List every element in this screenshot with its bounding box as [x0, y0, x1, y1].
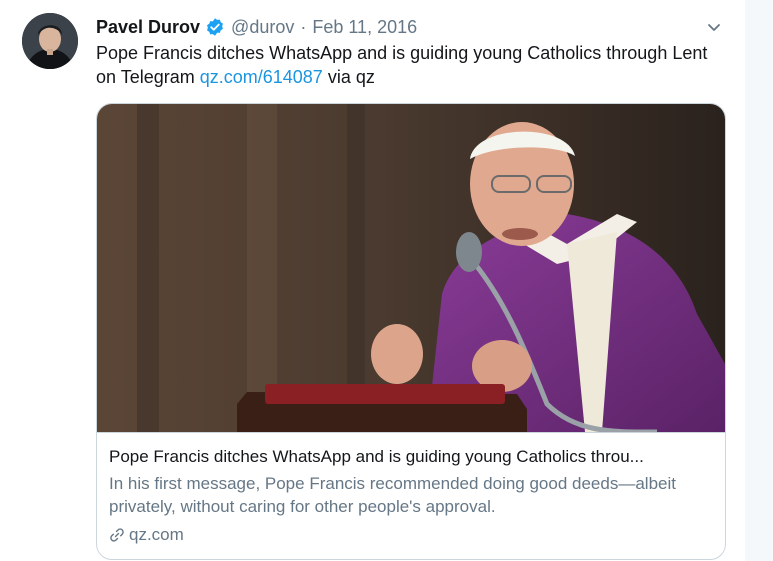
tweet-text: Pope Francis ditches WhatsApp and is gui… [96, 41, 726, 89]
author-avatar[interactable] [22, 13, 78, 69]
tweet-date[interactable]: Feb 11, 2016 [312, 17, 417, 38]
link-icon [110, 528, 124, 542]
chevron-down-icon[interactable] [705, 18, 723, 36]
tweet-link[interactable]: qz.com/614087 [200, 67, 323, 87]
verified-badge-icon [207, 18, 223, 36]
card-body[interactable]: Pope Francis ditches WhatsApp and is gui… [97, 432, 725, 559]
page-gutter [745, 0, 773, 561]
header-separator: · [300, 16, 307, 37]
avatar-image [22, 13, 78, 69]
tweet-text-suffix: via qz [322, 67, 375, 87]
tweet[interactable]: Pavel Durov @durov · Feb 11, 2016 Pope F… [0, 0, 745, 561]
card-domain-row[interactable]: qz.com [109, 525, 184, 545]
tweet-header: Pavel Durov @durov · Feb 11, 2016 [96, 14, 417, 40]
card-image[interactable] [97, 104, 725, 432]
card-domain: qz.com [129, 525, 184, 544]
author-name[interactable]: Pavel Durov [96, 17, 200, 38]
card-title[interactable]: Pope Francis ditches WhatsApp and is gui… [109, 446, 714, 468]
tweet-text-body: Pope Francis ditches WhatsApp and is gui… [96, 43, 708, 87]
card-description: In his first message, Pope Francis recom… [109, 474, 676, 516]
link-card[interactable]: Pope Francis ditches WhatsApp and is gui… [96, 103, 726, 560]
author-handle[interactable]: @durov [231, 17, 294, 38]
